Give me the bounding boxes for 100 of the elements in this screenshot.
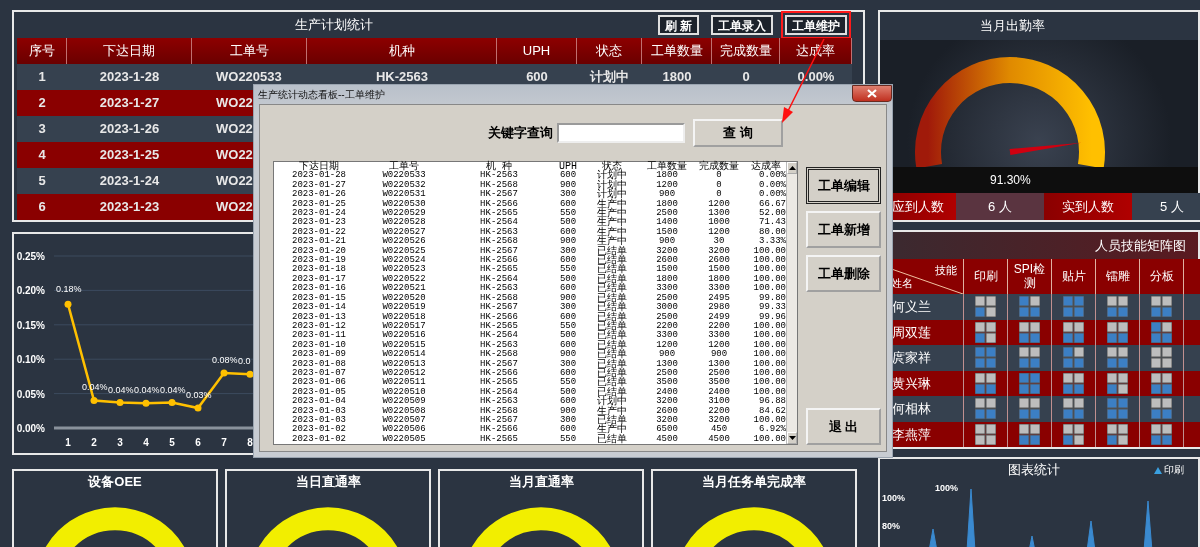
skill-level-icon <box>975 347 996 369</box>
data-point <box>116 399 124 407</box>
list-cell-text: 2023-01-19 <box>291 256 347 266</box>
action-button[interactable]: 工单编辑 <box>806 167 881 204</box>
list-cell-text: W0220511 <box>381 378 427 388</box>
data-label: 0.04% <box>160 384 186 395</box>
data-label: 0.0 <box>238 356 251 367</box>
list-cell-text: 100.00 <box>752 434 786 445</box>
exit-button[interactable]: 退 出 <box>806 408 881 445</box>
data-point <box>246 370 254 378</box>
column-header: 印刷 <box>963 259 1007 294</box>
list-cell-text: 4500 <box>655 434 679 445</box>
list-cell-text: W0220530 <box>381 199 427 209</box>
list-cell-text: 550 <box>558 265 578 275</box>
skill-level-icon <box>1151 372 1172 394</box>
gauge-title: 当月直通率 <box>508 473 574 491</box>
toolbar-button[interactable]: 工单维护 <box>785 15 848 35</box>
column-header: 工单数量 <box>642 38 712 64</box>
list-cell-text: HK-2568 <box>479 293 519 303</box>
list-cell-text: W0220516 <box>381 331 427 341</box>
column-header: 技能 <box>935 263 957 278</box>
action-button[interactable]: 工单删除 <box>806 255 881 292</box>
action-button[interactable]: 工单新增 <box>806 211 881 248</box>
skill-level-icon <box>1019 398 1040 420</box>
list-cell-text: 600 <box>558 312 578 322</box>
up-arrow-icon[interactable] <box>788 166 796 170</box>
data-label: 0.04% <box>108 384 134 395</box>
list-cell-text: 300 <box>558 415 578 425</box>
list-cell-text: 71.43 <box>758 218 786 228</box>
list-cell-text: 6.92% <box>758 425 786 435</box>
list-cell-text: W0220523 <box>381 265 427 275</box>
list-cell-text: 2600 <box>655 256 679 266</box>
skill-level-icon <box>1151 423 1172 445</box>
list-cell-text: HK-2564 <box>479 331 519 341</box>
search-button[interactable]: 查 询 <box>693 119 783 147</box>
data-point <box>220 369 228 377</box>
list-cell-text: 2023-01-03 <box>291 415 347 425</box>
list-cell-text: 900 <box>558 406 578 416</box>
list-cell-text: 600 <box>558 368 578 378</box>
y-tick-label: 0.10% <box>16 354 45 366</box>
list-cell-text: 1800 <box>655 171 679 181</box>
list-cell-text: 900 <box>657 350 677 360</box>
down-arrow-icon[interactable] <box>788 436 796 440</box>
list-cell-text: HK-2567 <box>479 303 519 313</box>
list-cell-text: W0220532 <box>381 180 427 190</box>
list-cell-text: 600 <box>558 340 578 350</box>
list-cell-text: HK-2567 <box>479 415 519 425</box>
list-cell-text: W0220512 <box>381 368 427 378</box>
list-cell-text: 100.00 <box>752 246 786 256</box>
y-tick-label: 100% <box>882 493 906 503</box>
list-cell-text: 2200 <box>655 321 679 331</box>
list-cell-text: 3200 <box>655 397 679 407</box>
list-cell-text: 生产中 <box>596 406 628 416</box>
list-cell-text: 3500 <box>707 378 731 388</box>
column-header: 状态 <box>577 38 642 64</box>
list-cell-text: 550 <box>558 209 578 219</box>
list-cell-text: HK-2563 <box>479 340 519 350</box>
search-field[interactable] <box>557 123 685 143</box>
list-cell-text: 0 <box>715 180 723 190</box>
list-cell-text: 2500 <box>655 368 679 378</box>
x-tick-label: 2 <box>91 437 97 448</box>
list-cell-text: W0220508 <box>381 406 427 416</box>
list-cell-text: HK-2568 <box>479 237 519 247</box>
list-cell-text: 2023-01-07 <box>291 368 347 378</box>
toolbar-button[interactable]: 工单录入 <box>711 15 774 35</box>
list-cell-text: HK-2565 <box>479 378 519 388</box>
list-cell-text: W0220505 <box>381 434 427 445</box>
close-button[interactable] <box>852 85 892 102</box>
list-cell-text: 100.00 <box>752 321 786 331</box>
list-cell-text: W0220518 <box>381 312 427 322</box>
data-point <box>64 300 72 308</box>
scrollbar[interactable] <box>786 162 797 444</box>
skill-level-icon <box>1151 321 1172 343</box>
list-cell-text: 2400 <box>655 387 679 397</box>
list-cell-text: 2023-01-10 <box>291 340 347 350</box>
skill-level-icon <box>975 398 996 420</box>
skill-level-icon <box>1063 296 1084 318</box>
list-cell-text: 100.00 <box>752 284 786 294</box>
list-header: 完成数量 <box>698 162 740 172</box>
list-cell-text: 2500 <box>655 209 679 219</box>
skill-level-icon <box>1019 347 1040 369</box>
toolbar-button[interactable]: 刷 新 <box>658 15 700 35</box>
skill-level-icon <box>1019 296 1040 318</box>
list-cell-text: 550 <box>558 321 578 331</box>
table-cell: 4 <box>17 142 67 168</box>
field-value: 5 人 <box>1132 193 1200 220</box>
list-cell-text: 已结单 <box>596 303 628 313</box>
list-cell-text: 已结单 <box>596 265 628 275</box>
list-header: UPH <box>558 162 578 172</box>
list-cell-text: 1500 <box>655 265 679 275</box>
list-cell-text: 3200 <box>707 246 731 256</box>
list-cell-text: 1500 <box>707 265 731 275</box>
list-cell-text: HK-2563 <box>479 171 519 181</box>
list-cell-text: 生产中 <box>596 425 628 435</box>
list-cell-text: 2023-01-05 <box>291 387 347 397</box>
list-cell-text: W0220526 <box>381 237 427 247</box>
list-cell-text: 2023-01-21 <box>291 237 347 247</box>
list-cell-text: 2980 <box>707 303 731 313</box>
list-cell-text: 300 <box>558 246 578 256</box>
list-cell-text: 1800 <box>655 199 679 209</box>
